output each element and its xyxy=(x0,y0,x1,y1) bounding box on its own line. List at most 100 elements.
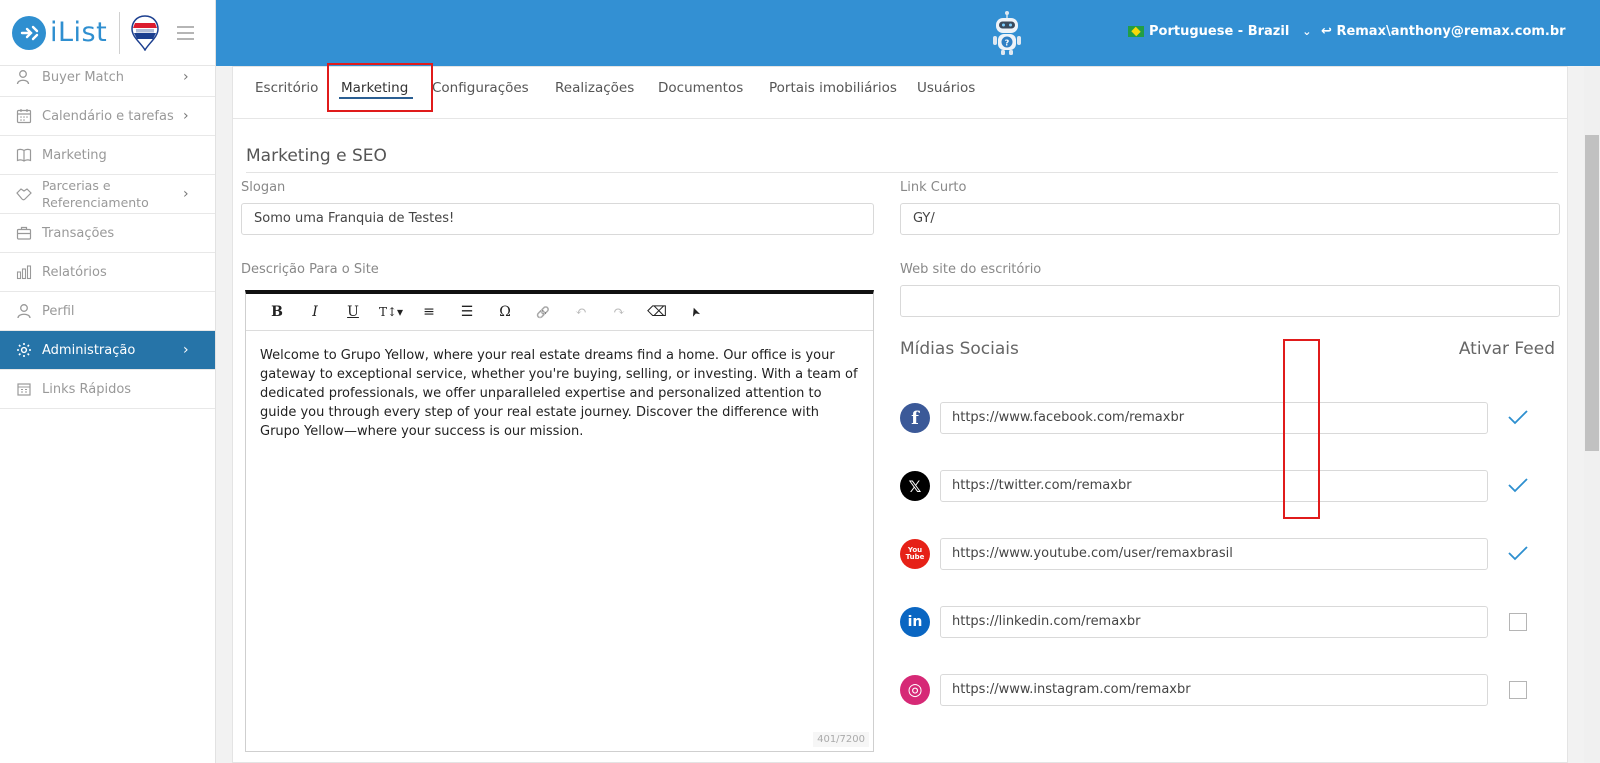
editor-toolbar: B I U T↕▾ ≡ ☰ Ω 🔗 ↶ ↷ ⌫ ➤ xyxy=(246,294,873,331)
website-input[interactable] xyxy=(900,285,1560,317)
section-title: Marketing e SEO xyxy=(246,146,1558,173)
user-menu[interactable]: ↩ Remax\anthony@remax.com.br xyxy=(1321,24,1566,39)
youtube-url-input[interactable]: https://www.youtube.com/user/remaxbrasil xyxy=(940,538,1488,570)
x-url-input[interactable]: https://twitter.com/remaxbr xyxy=(940,470,1488,502)
calendar-icon xyxy=(15,107,33,125)
app: iList Buyer Match › Calendário e tarefas xyxy=(0,0,1600,763)
sidebar-item-label: Calendário e tarefas xyxy=(42,108,174,124)
brand-bar: iList xyxy=(0,0,215,66)
annotation-highlight-feed-checks xyxy=(1283,339,1320,519)
sidebar-item-administration[interactable]: Administração › xyxy=(0,331,215,370)
website-label: Web site do escritório xyxy=(900,262,1042,277)
link-icon[interactable]: 🔗 xyxy=(524,298,562,326)
sidebar-item-calendar[interactable]: Calendário e tarefas › xyxy=(0,97,215,136)
chevron-right-icon: › xyxy=(183,342,189,358)
top-bar: ? Portuguese - Brazil ⌄ ↩ Remax\anthony@… xyxy=(216,0,1600,66)
description-label: Descrição Para o Site xyxy=(241,262,379,277)
unordered-list-icon[interactable]: ☰ xyxy=(448,298,486,326)
pointer-icon[interactable]: ➤ xyxy=(675,289,714,334)
short-link-label: Link Curto xyxy=(900,180,967,195)
sidebar-item-transactions[interactable]: Transações xyxy=(0,214,215,253)
tab-documentos[interactable]: Documentos xyxy=(658,80,743,96)
facebook-feed-checkbox[interactable] xyxy=(1507,406,1529,428)
tab-portais-imobiliarios[interactable]: Portais imobiliários xyxy=(769,80,897,96)
redo-icon[interactable]: ↷ xyxy=(600,298,638,326)
tab-escritorio[interactable]: Escritório xyxy=(255,80,318,96)
tab-bar: Escritório Marketing Configurações Reali… xyxy=(233,63,1567,119)
sidebar-item-label: Relatórios xyxy=(42,264,107,280)
social-row-linkedin: in https://linkedin.com/remaxbr xyxy=(900,606,1560,638)
social-row-youtube: You Tube https://www.youtube.com/user/re… xyxy=(900,538,1560,570)
linkedin-icon: in xyxy=(900,607,930,637)
social-media-title: Mídias Sociais xyxy=(900,339,1019,359)
chevron-down-icon: ⌄ xyxy=(1302,25,1312,38)
sidebar-item-reports[interactable]: Relatórios xyxy=(0,253,215,292)
ordered-list-icon[interactable]: ≡ xyxy=(410,298,448,326)
sidebar-item-buyer-match[interactable]: Buyer Match › xyxy=(0,58,215,97)
underline-icon[interactable]: U xyxy=(334,298,372,326)
building-icon xyxy=(15,380,33,398)
sidebar-item-label: Parcerias e Referenciamento xyxy=(42,178,149,210)
sidebar-item-label: Transações xyxy=(42,225,115,241)
gear-icon xyxy=(15,341,33,359)
bold-icon[interactable]: B xyxy=(258,298,296,326)
chevron-right-icon: › xyxy=(183,69,189,85)
sidebar-item-quick-links[interactable]: Links Rápidos xyxy=(0,370,215,409)
instagram-feed-checkbox[interactable] xyxy=(1509,681,1527,699)
help-robot-icon[interactable]: ? xyxy=(986,10,1028,56)
reply-arrow-icon: ↩ xyxy=(1321,24,1332,39)
special-char-icon[interactable]: Ω xyxy=(486,298,524,326)
social-row-facebook: f https://www.facebook.com/remaxbr xyxy=(900,402,1560,434)
social-row-instagram: ◎ https://www.instagram.com/remaxbr xyxy=(900,674,1560,706)
sidebar: iList Buyer Match › Calendário e tarefas xyxy=(0,0,216,763)
ilist-logo-icon[interactable] xyxy=(12,15,46,50)
facebook-icon: f xyxy=(900,403,930,433)
slogan-label: Slogan xyxy=(241,180,286,195)
tab-realizacoes[interactable]: Realizações xyxy=(555,80,634,96)
brand-divider xyxy=(119,11,121,54)
handshake-icon xyxy=(15,185,33,203)
description-editor: B I U T↕▾ ≡ ☰ Ω 🔗 ↶ ↷ ⌫ ➤ Welcome to Gru… xyxy=(245,290,874,752)
facebook-url-input[interactable]: https://www.facebook.com/remaxbr xyxy=(940,402,1488,434)
youtube-feed-checkbox[interactable] xyxy=(1507,542,1529,564)
language-label: Portuguese - Brazil xyxy=(1149,24,1290,39)
linkedin-url-input[interactable]: https://linkedin.com/remaxbr xyxy=(940,606,1488,638)
scrollbar-thumb[interactable] xyxy=(1585,135,1599,451)
sidebar-item-marketing[interactable]: Marketing xyxy=(0,136,215,175)
instagram-icon: ◎ xyxy=(900,675,930,705)
brazil-flag-icon xyxy=(1128,26,1144,37)
activate-feed-title: Ativar Feed xyxy=(1458,339,1555,359)
tab-configuracoes[interactable]: Configurações xyxy=(432,80,529,96)
tab-usuarios[interactable]: Usuários xyxy=(917,80,975,96)
sidebar-item-label: Buyer Match xyxy=(42,69,124,85)
x-feed-checkbox[interactable] xyxy=(1507,474,1529,496)
social-row-x: 𝕏 https://twitter.com/remaxbr xyxy=(900,470,1560,502)
remax-balloon-logo xyxy=(131,14,159,51)
chevron-right-icon: › xyxy=(183,108,189,124)
language-selector[interactable]: Portuguese - Brazil ⌄ xyxy=(1128,24,1312,39)
youtube-icon: You Tube xyxy=(900,539,930,569)
sidebar-item-profile[interactable]: Perfil xyxy=(0,292,215,331)
italic-icon[interactable]: I xyxy=(296,298,334,326)
sidebar-item-label: Links Rápidos xyxy=(42,381,132,397)
sidebar-item-label: Administração xyxy=(42,342,136,358)
sidebar-item-partnerships[interactable]: Parcerias e Referenciamento › xyxy=(0,175,215,214)
slogan-input[interactable]: Somo uma Franquia de Testes! xyxy=(241,203,874,235)
user-email: Remax\anthony@remax.com.br xyxy=(1336,24,1566,39)
editor-content[interactable]: Welcome to Grupo Yellow, where your real… xyxy=(246,331,873,456)
short-link-input[interactable]: GY/ xyxy=(900,203,1560,235)
briefcase-icon xyxy=(15,224,33,242)
eraser-icon[interactable]: ⌫ xyxy=(638,298,676,326)
sidebar-item-label: Marketing xyxy=(42,147,107,163)
linkedin-feed-checkbox[interactable] xyxy=(1509,613,1527,631)
hamburger-menu-icon[interactable] xyxy=(177,25,195,40)
logo-text: iList xyxy=(50,17,108,48)
person-search-icon xyxy=(15,68,33,86)
font-size-icon[interactable]: T↕▾ xyxy=(372,298,410,326)
book-icon xyxy=(15,146,33,164)
instagram-url-input[interactable]: https://www.instagram.com/remaxbr xyxy=(940,674,1488,706)
svg-text:?: ? xyxy=(1005,39,1010,48)
main-panel: Escritório Marketing Configurações Reali… xyxy=(232,63,1568,763)
undo-icon[interactable]: ↶ xyxy=(562,298,600,326)
character-counter: 401/7200 xyxy=(813,732,869,747)
